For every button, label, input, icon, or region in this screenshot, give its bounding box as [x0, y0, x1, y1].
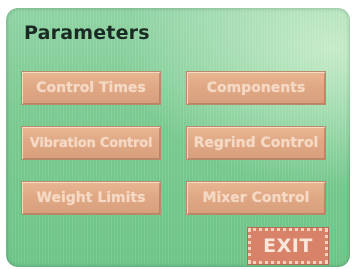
regrind-control-button[interactable]: Regrind Control	[186, 126, 326, 160]
components-button[interactable]: Components	[186, 71, 326, 105]
mixer-control-button[interactable]: Mixer Control	[186, 181, 326, 215]
weight-limits-button[interactable]: Weight Limits	[21, 181, 161, 215]
parameters-screen: Parameters Control Times Components Vibr…	[6, 8, 350, 267]
control-times-button[interactable]: Control Times	[21, 71, 161, 105]
parameter-button-grid: Control Times Components Vibration Contr…	[21, 71, 333, 215]
exit-button[interactable]: EXIT	[247, 227, 329, 265]
page-title: Parameters	[24, 22, 150, 44]
vibration-control-button[interactable]: Vibration Control	[21, 126, 161, 160]
